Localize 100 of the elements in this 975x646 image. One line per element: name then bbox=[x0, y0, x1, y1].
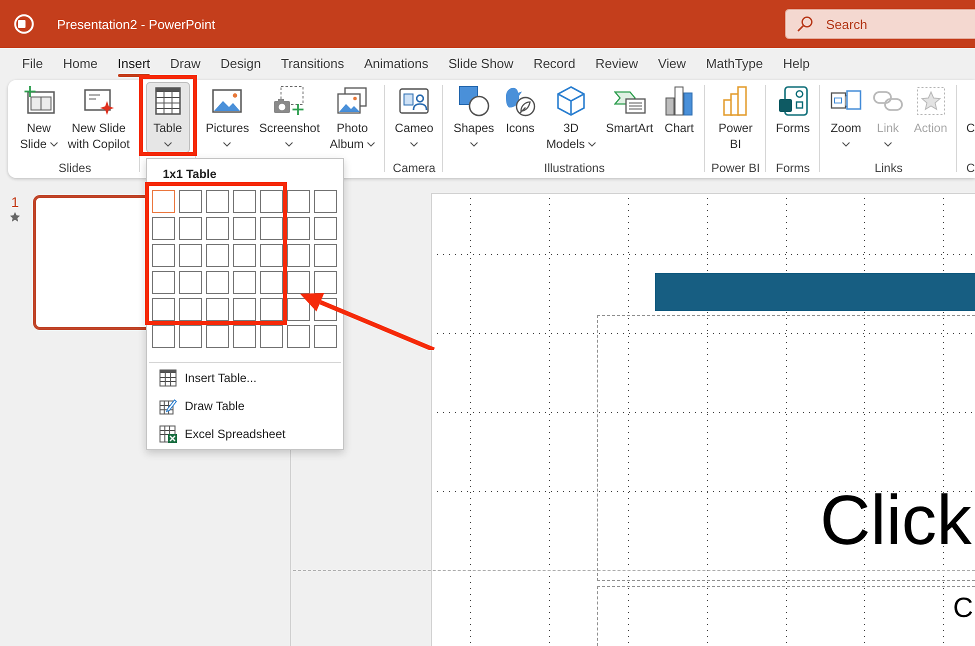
camera-icon bbox=[273, 85, 306, 117]
cameo-button[interactable]: Cameo bbox=[390, 82, 438, 153]
table-size-cell[interactable] bbox=[286, 217, 310, 240]
table-size-cell[interactable] bbox=[152, 325, 175, 348]
3d-models-button[interactable]: 3D Models bbox=[542, 82, 600, 153]
table-size-cell[interactable] bbox=[314, 190, 337, 213]
table-size-cell[interactable] bbox=[178, 217, 202, 240]
table-size-cell[interactable] bbox=[260, 325, 283, 348]
search-field[interactable]: Search bbox=[785, 9, 975, 39]
ribbon-tab[interactable]: File bbox=[12, 48, 53, 78]
excel-spreadsheet-menu-item[interactable]: Excel Spreadsheet bbox=[146, 420, 343, 448]
ribbon-tab[interactable]: View bbox=[648, 48, 696, 78]
table-size-cell[interactable] bbox=[152, 271, 175, 294]
ribbon-button[interactable]: C bbox=[962, 82, 975, 153]
app-logo-icon bbox=[14, 14, 34, 34]
ribbon-tab[interactable]: Insert bbox=[108, 48, 160, 78]
form-icon bbox=[776, 85, 809, 117]
table-size-cell[interactable] bbox=[206, 271, 229, 294]
ribbon-tab[interactable]: Slide Show bbox=[438, 48, 524, 78]
table-size-cell[interactable] bbox=[152, 244, 175, 267]
table-size-cell[interactable] bbox=[314, 244, 337, 267]
window-title: Presentation2 - PowerPoint bbox=[57, 16, 216, 32]
table-size-cell[interactable] bbox=[286, 244, 310, 267]
table-size-cell[interactable] bbox=[286, 190, 310, 213]
title-text: Click bbox=[820, 485, 972, 555]
ribbon-tab[interactable]: Animations bbox=[354, 48, 438, 78]
new-slide-button[interactable]: New Slide bbox=[16, 82, 62, 153]
table-size-cell[interactable] bbox=[206, 217, 229, 240]
table-size-cell[interactable] bbox=[260, 271, 283, 294]
ribbon-tab[interactable]: Design bbox=[210, 48, 271, 78]
table-size-cell[interactable] bbox=[178, 298, 202, 321]
table-size-cell[interactable] bbox=[260, 298, 283, 321]
group-label: Camera bbox=[392, 160, 436, 176]
table-size-cell[interactable] bbox=[206, 298, 229, 321]
table-size-cell[interactable] bbox=[232, 325, 256, 348]
insert-table-menu-item[interactable]: Insert Table... bbox=[146, 364, 343, 392]
icons-button[interactable]: Icons bbox=[500, 82, 540, 153]
ribbon-tab[interactable]: Help bbox=[773, 48, 820, 78]
chart-button[interactable]: Chart bbox=[659, 82, 700, 153]
menu-header: 1x1 Table bbox=[162, 166, 217, 182]
table-size-cell[interactable] bbox=[178, 190, 202, 213]
table-size-cell[interactable] bbox=[178, 271, 202, 294]
table-size-cell[interactable] bbox=[260, 190, 283, 213]
bird-leaf-icon bbox=[504, 85, 536, 117]
table-size-cell[interactable] bbox=[286, 271, 310, 294]
table-button[interactable]: Table bbox=[146, 82, 190, 153]
table-size-cell[interactable] bbox=[152, 217, 175, 240]
pictures-button[interactable]: Pictures bbox=[202, 82, 254, 153]
table-pencil-icon bbox=[158, 397, 177, 415]
forms-button[interactable]: Forms bbox=[772, 82, 814, 153]
draw-table-menu-item[interactable]: Draw Table bbox=[146, 392, 343, 420]
group-label: Slides bbox=[58, 160, 92, 176]
ribbon-tab[interactable]: Draw bbox=[160, 48, 210, 78]
table-size-cell[interactable] bbox=[206, 244, 229, 267]
spreadsheet-icon bbox=[158, 425, 177, 443]
group-label: Forms bbox=[776, 160, 810, 176]
zoom-button[interactable]: Zoom bbox=[826, 82, 866, 153]
shapes-button[interactable]: Shapes bbox=[449, 82, 498, 153]
ribbon-tab[interactable]: Record bbox=[523, 48, 586, 78]
table-size-cell[interactable] bbox=[152, 298, 175, 321]
table-size-cell[interactable] bbox=[260, 217, 283, 240]
search-input[interactable]: Search bbox=[826, 15, 936, 33]
table-size-cell[interactable] bbox=[232, 244, 256, 267]
table-size-cell[interactable] bbox=[152, 190, 175, 213]
table-size-cell[interactable] bbox=[286, 298, 310, 321]
table-size-cell[interactable] bbox=[232, 217, 256, 240]
group-label: C bbox=[966, 160, 975, 176]
table-size-cell[interactable] bbox=[286, 325, 310, 348]
ribbon-tab[interactable]: MathType bbox=[696, 48, 774, 78]
ribbon-tab[interactable]: Transitions bbox=[270, 48, 354, 78]
ribbon-tab[interactable]: Home bbox=[52, 48, 108, 78]
table-size-cell[interactable] bbox=[260, 244, 283, 267]
group-label: Illustrations bbox=[544, 160, 605, 176]
table-grid-icon bbox=[158, 369, 177, 387]
slide-number: 1 bbox=[11, 195, 19, 209]
power-bi-button[interactable]: Power BI bbox=[714, 82, 757, 153]
table-size-cell[interactable] bbox=[232, 298, 256, 321]
bar-chart-icon bbox=[663, 85, 696, 117]
square-circle-icon bbox=[458, 85, 490, 117]
group-label: Power BI bbox=[711, 160, 760, 176]
cube-icon bbox=[555, 85, 588, 117]
smartart-button[interactable]: SmartArt bbox=[602, 82, 658, 153]
table-size-cell[interactable] bbox=[314, 271, 337, 294]
ribbon-tab[interactable]: Review bbox=[585, 48, 648, 78]
table-size-cell[interactable] bbox=[314, 217, 337, 240]
group-label: Links bbox=[874, 160, 903, 176]
table-size-cell[interactable] bbox=[178, 325, 202, 348]
table-size-cell[interactable] bbox=[178, 244, 202, 267]
screenshot-button[interactable]: Screenshot bbox=[255, 82, 324, 153]
subtitle-text: C bbox=[953, 594, 974, 622]
table-size-cell[interactable] bbox=[206, 190, 229, 213]
new-slide-with-copilot-button[interactable]: New Slide with Copilot bbox=[64, 82, 134, 153]
slide-plus-icon bbox=[22, 85, 55, 117]
photo-album-button[interactable]: Photo Album bbox=[326, 82, 379, 153]
table-size-cell[interactable] bbox=[232, 271, 256, 294]
star-frame-icon bbox=[914, 85, 947, 117]
search-icon bbox=[797, 16, 813, 32]
table-size-cell[interactable] bbox=[232, 190, 256, 213]
table-size-cell[interactable] bbox=[314, 325, 337, 348]
table-size-cell[interactable] bbox=[206, 325, 229, 348]
